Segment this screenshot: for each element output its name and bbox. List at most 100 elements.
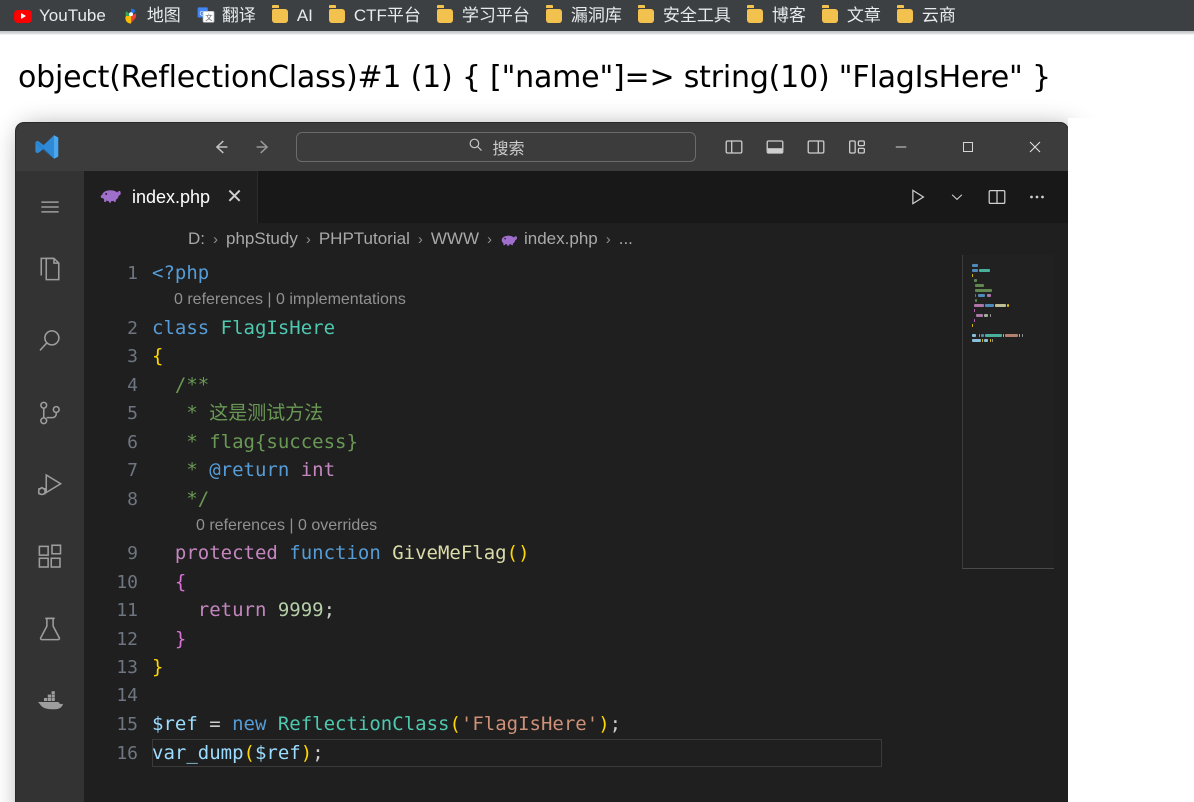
chevron-down-icon[interactable] (944, 184, 970, 210)
line-number: 12 (116, 628, 138, 650)
sidebar-item-docker[interactable] (16, 667, 84, 739)
bookmark-item[interactable]: 学习平台 (429, 3, 538, 29)
layout-sidebar-left-icon[interactable] (720, 133, 748, 161)
minimap-slider[interactable] (962, 255, 1054, 569)
breadcrumb-item[interactable]: PHPTutorial (319, 229, 410, 249)
code-line: 4 /** (84, 371, 1068, 400)
breadcrumb-label: index.php (524, 229, 598, 248)
play-icon[interactable] (904, 184, 930, 210)
ellipsis-icon[interactable] (1024, 184, 1050, 210)
folder-icon (328, 7, 347, 25)
editor-tab-bar: index.php ✕ (84, 171, 1068, 223)
bookmark-label: 翻译 (221, 6, 256, 25)
minimize-button[interactable] (867, 123, 934, 171)
folder-icon (545, 7, 564, 25)
vscode-title-bar: 搜索 (16, 123, 1068, 171)
close-button[interactable] (1001, 123, 1068, 171)
layout-panel-icon[interactable] (761, 133, 789, 161)
code-token: int (300, 459, 336, 481)
codelens-label[interactable]: 0 references | 0 overrides (152, 512, 377, 541)
code-token: FlagIsHere (220, 316, 336, 339)
navigation-buttons (206, 132, 278, 162)
code-line-text: return 9999; (152, 596, 1068, 625)
tab-close-icon[interactable]: ✕ (226, 187, 243, 207)
bookmark-label: AI (296, 6, 313, 25)
code-token: = (197, 713, 233, 735)
bookmark-item[interactable]: 文章 (814, 3, 889, 29)
code-line: 12 } (84, 625, 1068, 654)
bookmark-item[interactable]: 地图 (114, 3, 189, 29)
line-number: 2 (127, 317, 138, 339)
code-line-text: */ (152, 485, 1068, 514)
bookmarks-bar: YouTube 地图 G 文翻译 AI CTF平台 学习平台 漏洞库 安全工具 博客 文章 云商 (0, 0, 1194, 31)
breadcrumb: D: › phpStudy › PHPTutorial › WWW › index.php ›..… (84, 223, 1068, 255)
sidebar-item-extensions[interactable] (16, 523, 84, 595)
google-translate-icon: G文 (197, 6, 215, 25)
sidebar-item-search[interactable] (16, 307, 84, 379)
arrow-left-icon[interactable] (206, 132, 236, 162)
bookmark-item[interactable]: 漏洞库 (538, 3, 630, 29)
bookmark-item[interactable]: G 文翻译 (189, 3, 264, 29)
code-line-text: $ref = new ReflectionClass('FlagIsHere')… (152, 710, 1068, 739)
editor-group: index.php ✕ D: › phpStudy › PHPTutorial … (84, 171, 1068, 802)
code-line-text: var_dump($ref); (152, 739, 1068, 768)
breadcrumb-item[interactable]: index.php (500, 229, 598, 249)
hamburger-menu-icon[interactable] (16, 179, 84, 235)
line-number: 9 (127, 543, 138, 564)
folder-icon (746, 7, 765, 25)
breadcrumb-item[interactable]: WWW (431, 229, 479, 249)
code-line-text: { (152, 342, 1068, 371)
code-token: ) (300, 741, 313, 764)
breadcrumb-item[interactable]: phpStudy (226, 229, 298, 249)
code-line-text: } (152, 625, 1068, 654)
breadcrumb-item[interactable]: D: (188, 229, 205, 249)
sidebar-item-source-control[interactable] (16, 379, 84, 451)
codelens-row: 0 references | 0 implementations (84, 288, 1068, 314)
bookmark-label: 地图 (146, 6, 181, 25)
bookmark-item[interactable]: AI (264, 3, 321, 29)
svg-text:文: 文 (205, 13, 213, 22)
code-line: 5 * 这是测试方法 (84, 399, 1068, 428)
screenshot-root: YouTube 地图 G 文翻译 AI CTF平台 学习平台 漏洞库 安全工具 博客 文章 云商 ob… (0, 0, 1194, 802)
bookmark-item[interactable]: 博客 (739, 3, 814, 29)
sidebar-item-run-and-debug[interactable] (16, 451, 84, 523)
line-number: 10 (116, 571, 138, 593)
code-line-text: protected function GiveMeFlag() (152, 539, 1068, 568)
scrollbar-overview-ruler[interactable] (1054, 255, 1068, 802)
codelens-label[interactable]: 0 references | 0 implementations (152, 286, 406, 315)
code-lines: 1 <?php 0 references | 0 implementations 2 c… (84, 259, 1068, 767)
bookmark-item[interactable]: YouTube (6, 3, 114, 29)
split-editor-icon[interactable] (984, 184, 1010, 210)
vscode-window: 搜索 index.php ✕ D: › phpStudy › PHPTutori… (16, 123, 1068, 802)
code-line: 13} (84, 653, 1068, 682)
bookmark-item[interactable]: CTF平台 (321, 3, 429, 29)
code-line: 1 <?php (84, 259, 1068, 288)
code-line-text: /** (152, 371, 1068, 400)
code-line-text: * 这是测试方法 (152, 399, 1068, 428)
bookmark-item[interactable]: 云商 (889, 3, 964, 29)
vscode-body: index.php ✕ D: › phpStudy › PHPTutorial … (16, 171, 1068, 802)
breadcrumb-item[interactable]: ... (619, 229, 633, 249)
tab-index-php[interactable]: index.php ✕ (84, 171, 258, 223)
layout-sidebar-right-icon[interactable] (802, 133, 830, 161)
maximize-button[interactable] (934, 123, 1001, 171)
bookmark-label: 博客 (771, 6, 806, 25)
code-editor[interactable]: 1 <?php 0 references | 0 implementations 2 c… (84, 255, 1068, 802)
breadcrumb-separator: › (417, 230, 423, 248)
sidebar-item-explorer[interactable] (16, 235, 84, 307)
code-token: 'FlagIsHere' (460, 713, 599, 735)
code-line: 7 * @return int (84, 456, 1068, 485)
code-line: 6 * flag{success} (84, 428, 1068, 457)
sidebar-item-testing[interactable] (16, 595, 84, 667)
minimap[interactable] (962, 255, 1054, 802)
bookmark-item[interactable]: 安全工具 (630, 3, 739, 29)
code-token: ) (598, 713, 610, 735)
bookmark-label: 学习平台 (461, 6, 530, 25)
docker-whale-icon (34, 685, 66, 722)
arrow-right-icon[interactable] (248, 132, 278, 162)
line-number: 7 (127, 460, 138, 481)
code-line-text: * @return int (152, 456, 1068, 485)
tab-bar-empty-space (257, 171, 904, 223)
code-token: * (152, 459, 210, 481)
command-center-search[interactable]: 搜索 (296, 132, 696, 162)
